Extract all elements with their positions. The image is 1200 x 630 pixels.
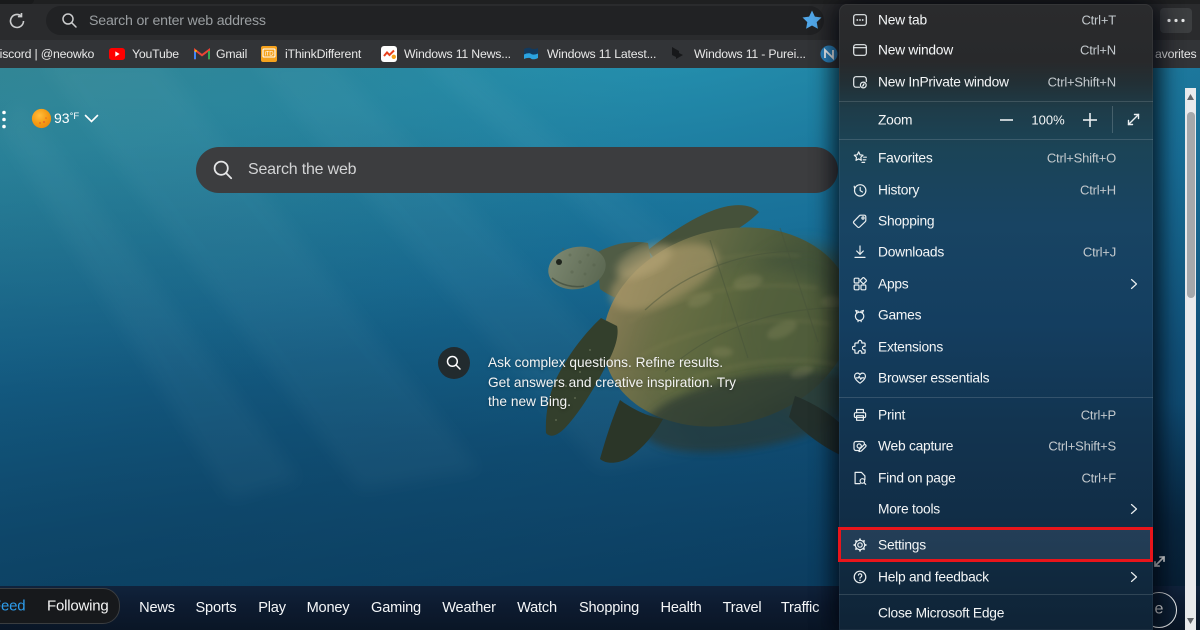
svg-text:iTD: iTD xyxy=(265,52,275,58)
